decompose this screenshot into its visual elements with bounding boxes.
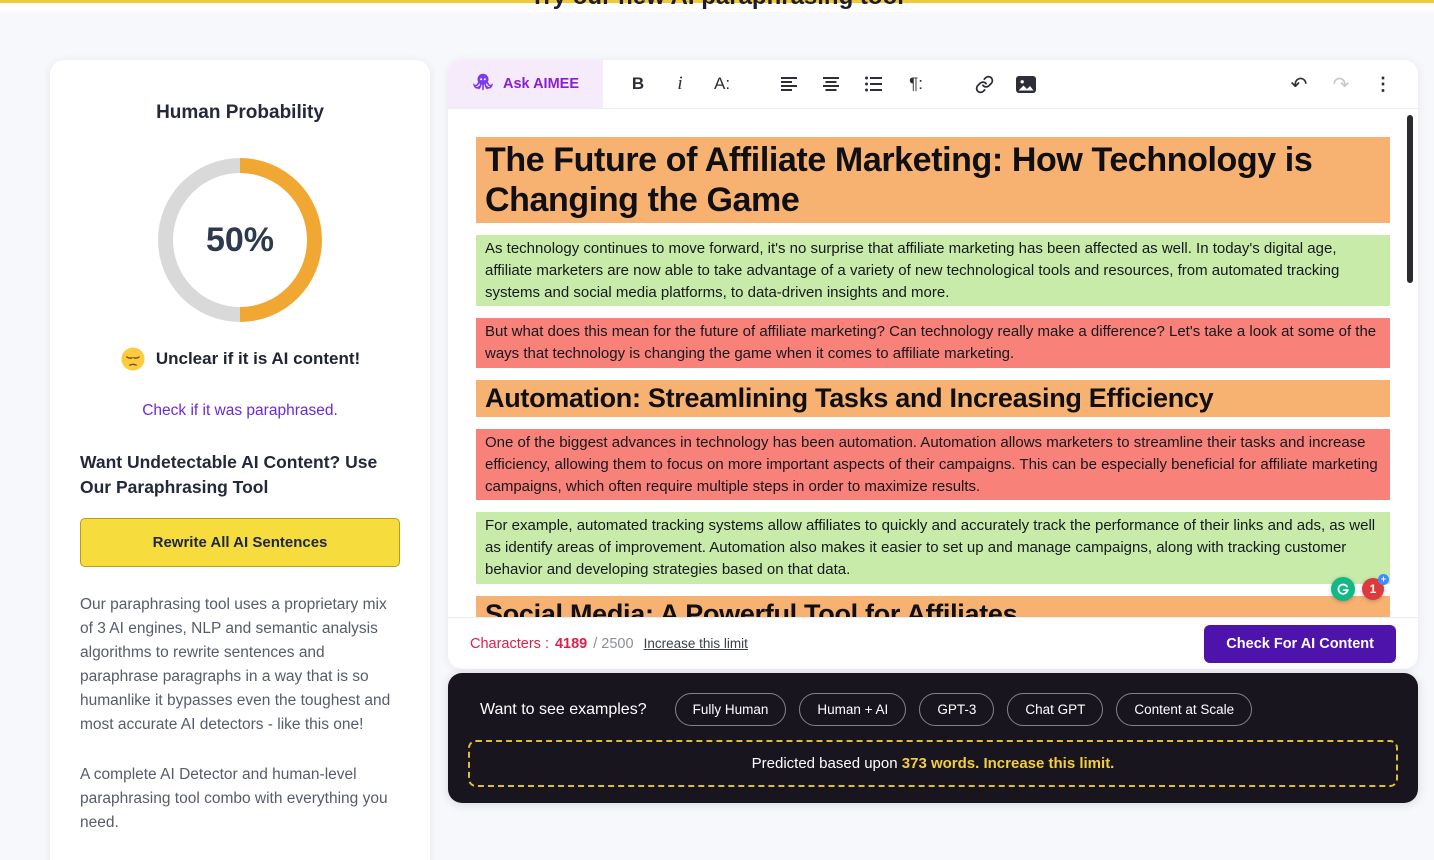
examples-panel: Want to see examples? Fully Human Human +…	[448, 673, 1418, 803]
notification-count: 1	[1369, 582, 1377, 596]
editor-block-orange[interactable]: The Future of Affiliate Marketing: How T…	[476, 137, 1390, 224]
rewrite-all-sentences-button[interactable]: Rewrite All AI Sentences	[80, 517, 400, 567]
ask-aimee-button[interactable]: Ask AIMEE	[448, 60, 604, 108]
probability-gauge: 50%	[158, 158, 322, 322]
panel-description-1: Our paraphrasing tool uses a proprietary…	[80, 595, 391, 733]
editor-block-red[interactable]: One of the biggest advances in technolog…	[476, 429, 1390, 501]
editor-block-red[interactable]: But what does this mean for the future o…	[476, 318, 1390, 368]
bold-button[interactable]: B	[617, 67, 659, 101]
predicted-limit-link[interactable]: 373 words. Increase this limit.	[902, 755, 1115, 772]
italic-button[interactable]: i	[659, 67, 701, 101]
octopus-icon	[472, 71, 494, 98]
editor-section: Ask AIMEE B i A: ¶: ↶ ↷ ⋮ The Future of …	[448, 60, 1418, 803]
link-icon	[975, 75, 993, 93]
characters-count: 4189	[554, 635, 588, 652]
verdict-text: Unclear if it is AI content!	[155, 349, 361, 368]
align-center-button[interactable]	[811, 67, 853, 101]
font-size-button[interactable]: A:	[701, 67, 743, 101]
banner-clipped-text: — Try our new AI paraphrasing tool —	[0, 0, 1434, 11]
list-button[interactable]	[853, 67, 895, 101]
editor-card: Ask AIMEE B i A: ¶: ↶ ↷ ⋮ The Future of …	[448, 60, 1418, 669]
align-left-button[interactable]	[769, 67, 811, 101]
panel-description-2: A complete AI Detector and human-level p…	[80, 765, 388, 831]
redo-button[interactable]: ↷	[1320, 67, 1362, 101]
editor-block-orange[interactable]: Automation: Streamlining Tasks and Incre…	[476, 379, 1390, 418]
top-banner: — Try our new AI paraphrasing tool —	[0, 0, 1434, 12]
editor-block-orange[interactable]: Social Media: A Powerful Tool for Affili…	[476, 595, 1390, 617]
pensive-emoji-icon	[120, 346, 146, 372]
human-probability-panel: Human Probability 50% Unclear if it is A…	[50, 60, 430, 860]
floating-widgets: 1 +	[1331, 574, 1389, 601]
paragraph-style-button[interactable]: ¶:	[895, 67, 937, 101]
characters-label: Characters :	[470, 635, 549, 652]
list-icon	[865, 76, 883, 92]
panel-title: Human Probability	[156, 102, 324, 123]
check-paraphrased-link[interactable]: Check if it was paraphrased.	[80, 402, 400, 420]
example-pill-button[interactable]: Human + AI	[799, 693, 907, 726]
examples-prompt: Want to see examples?	[480, 700, 647, 718]
ask-aimee-label: Ask AIMEE	[503, 76, 580, 92]
cta-heading: Want Undetectable AI Content? Use Our Pa…	[80, 452, 378, 497]
editor-block-green[interactable]: As technology continues to move forward,…	[476, 235, 1390, 307]
align-center-icon	[823, 77, 840, 91]
example-pill-button[interactable]: Content at Scale	[1116, 693, 1253, 726]
editor-blocks: The Future of Affiliate Marketing: How T…	[476, 137, 1390, 617]
example-pills: Fully Human Human + AI GPT-3 Chat GPT Conten…	[674, 693, 1253, 726]
main-layout: Human Probability 50% Unclear if it is A…	[0, 12, 1434, 860]
characters-limit: / 2500	[593, 635, 634, 652]
undo-button[interactable]: ↶	[1278, 67, 1320, 101]
more-options-button[interactable]: ⋮	[1362, 67, 1404, 101]
plus-icon: +	[1378, 574, 1389, 585]
scrollbar-thumb[interactable]	[1407, 115, 1413, 283]
notification-badge[interactable]: 1 +	[1362, 574, 1389, 600]
example-pill-button[interactable]: Fully Human	[674, 693, 787, 726]
link-button[interactable]	[963, 67, 1005, 101]
image-icon	[1016, 75, 1037, 93]
align-left-icon	[781, 77, 798, 91]
image-button[interactable]	[1005, 67, 1047, 101]
predicted-box: Predicted based upon 373 words. Increase…	[468, 740, 1398, 787]
examples-row: Want to see examples? Fully Human Human +…	[468, 689, 1398, 740]
gauge-center: 50%	[173, 173, 307, 307]
example-pill-button[interactable]: GPT-3	[919, 693, 995, 726]
editor-footer: Characters : 4189 / 2500 Increase this l…	[448, 617, 1418, 669]
increase-limit-link[interactable]: Increase this limit	[644, 636, 748, 651]
character-counter: Characters : 4189 / 2500 Increase this l…	[470, 636, 748, 652]
editor-block-green[interactable]: For example, automated tracking systems …	[476, 512, 1390, 584]
example-pill-button[interactable]: Chat GPT	[1007, 693, 1104, 726]
editor-content[interactable]: The Future of Affiliate Marketing: How T…	[448, 109, 1418, 617]
verdict-row: Unclear if it is AI content!	[80, 346, 400, 372]
gauge-percent: 50%	[205, 220, 275, 259]
editor-toolbar: Ask AIMEE B i A: ¶: ↶ ↷ ⋮	[448, 60, 1418, 109]
predicted-prefix: Predicted based upon	[751, 755, 902, 772]
check-ai-content-button[interactable]: Check For AI Content	[1204, 624, 1396, 663]
grammar-extension-icon[interactable]	[1331, 577, 1355, 601]
